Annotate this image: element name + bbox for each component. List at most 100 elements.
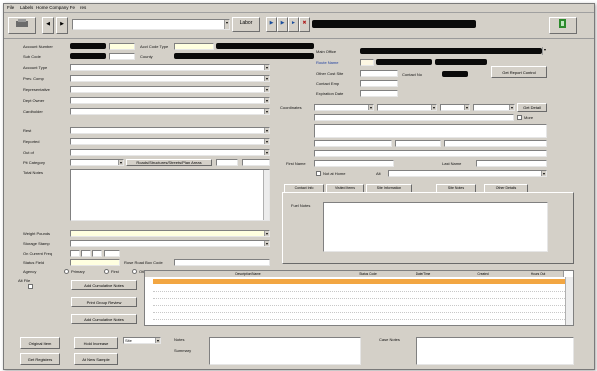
radio-primary[interactable] <box>64 269 69 274</box>
not-at-home-checkbox[interactable] <box>316 171 321 176</box>
tab-site-information[interactable]: Site Information <box>366 184 412 192</box>
first-name-field[interactable] <box>314 160 394 167</box>
hold-increase-button[interactable]: Hold Increase <box>74 337 118 349</box>
cardholder-select[interactable]: ▼ <box>70 108 270 115</box>
coord-2[interactable]: ▼ <box>377 104 437 111</box>
chevron-down-icon[interactable]: ▼ <box>264 76 269 81</box>
chevron-down-icon[interactable]: ▼ <box>464 105 469 110</box>
fuel-notes-textarea[interactable] <box>323 202 548 252</box>
zip-field[interactable] <box>444 140 547 147</box>
footer-combo[interactable]: Site ▼ <box>123 337 161 344</box>
record-combo[interactable]: ▼ <box>72 19 230 30</box>
representative-select[interactable]: ▼ <box>70 86 270 93</box>
storage-stamp-select[interactable]: ▼ <box>70 240 270 247</box>
tab-visited-items[interactable]: Visited Items <box>326 184 364 192</box>
menu-file[interactable]: File <box>7 5 14 10</box>
chevron-down-icon[interactable]: ▼ <box>368 105 373 110</box>
table-row[interactable] <box>153 293 565 299</box>
grid-header-date[interactable]: Date/Time <box>393 271 454 277</box>
get-registers-button[interactable]: Get Registers <box>20 353 60 365</box>
address-line-3[interactable] <box>314 150 547 157</box>
case-notes-textarea[interactable] <box>416 337 574 365</box>
freq-box-1[interactable] <box>70 250 80 257</box>
chevron-down-icon[interactable]: ▼ <box>264 87 269 92</box>
acct-code-field[interactable] <box>174 43 214 50</box>
chevron-down-icon[interactable]: ▼ <box>431 105 436 110</box>
menu-labels[interactable]: Labels <box>20 5 33 10</box>
main-office-field[interactable] <box>360 48 542 54</box>
coord-4[interactable]: ▼ <box>473 104 515 111</box>
total-notes-textarea[interactable] <box>70 169 270 221</box>
table-row[interactable] <box>153 286 565 292</box>
chevron-down-icon[interactable]: ▼ <box>264 241 269 246</box>
radio-other[interactable] <box>132 269 137 274</box>
scrollbar[interactable] <box>263 170 269 220</box>
table-row[interactable] <box>153 307 565 313</box>
address-block[interactable] <box>314 124 547 138</box>
contact-emp-field[interactable] <box>360 80 398 87</box>
summary-textarea[interactable] <box>209 337 361 365</box>
city-field[interactable] <box>314 140 392 147</box>
sub-code-extra[interactable] <box>109 53 135 60</box>
get-detail-button[interactable]: Get Detail <box>517 103 547 112</box>
status-field-input[interactable] <box>70 259 120 266</box>
chevron-down-icon[interactable]: ▼ <box>118 160 123 165</box>
alt-file-checkbox[interactable] <box>28 284 33 289</box>
weight-pounds-select[interactable]: ▼ <box>70 230 270 237</box>
pit-category-select[interactable]: ▼ <box>70 159 124 166</box>
chevron-down-icon[interactable]: ▼ <box>224 20 229 29</box>
freq-box-2[interactable] <box>81 250 91 257</box>
contact-no-field[interactable] <box>442 71 468 77</box>
desk-icon[interactable] <box>8 17 36 34</box>
chevron-down-icon[interactable]: ▼ <box>264 128 269 133</box>
tab-other-details[interactable]: Other Details <box>484 184 528 192</box>
route-desc[interactable] <box>435 59 487 65</box>
nav-first-icon[interactable]: ▶ <box>266 17 277 32</box>
table-row[interactable] <box>153 314 565 320</box>
pit-extra-2[interactable] <box>242 159 270 166</box>
back-button[interactable]: ◀ <box>42 17 54 34</box>
nav-next-icon[interactable]: ▶ <box>277 17 288 32</box>
chevron-down-icon[interactable]: ▼ <box>509 105 514 110</box>
freq-box-4[interactable] <box>104 250 120 257</box>
last-name-field[interactable] <box>476 160 547 167</box>
route-code[interactable] <box>360 59 374 66</box>
chevron-down-icon[interactable]: ▼ <box>542 47 547 55</box>
menu-res[interactable]: res <box>80 5 86 10</box>
prev-comp-select[interactable]: ▼ <box>70 75 270 82</box>
account-type-select[interactable]: ▼ <box>70 64 270 71</box>
notes-grid[interactable]: Description/Name Status Code Date/Time C… <box>144 270 574 326</box>
original-item-button[interactable]: Original Item <box>20 337 60 349</box>
reported-select[interactable]: ▼ <box>70 138 270 145</box>
other-cost-field[interactable] <box>360 70 398 77</box>
forward-button[interactable]: ▶ <box>56 17 68 34</box>
chevron-down-icon[interactable]: ▼ <box>264 98 269 103</box>
grid-header-hours[interactable]: Hours Out <box>513 271 564 277</box>
chevron-down-icon[interactable]: ▼ <box>264 139 269 144</box>
chevron-down-icon[interactable]: ▼ <box>155 338 160 343</box>
chevron-down-icon[interactable]: ▼ <box>264 109 269 114</box>
account-number-field[interactable] <box>70 43 106 49</box>
state-field[interactable] <box>395 140 441 147</box>
table-row[interactable] <box>153 300 565 306</box>
at-new-sample-button[interactable]: At New Sample <box>74 353 118 365</box>
menu-home-company[interactable]: Home Company Fe <box>36 5 75 10</box>
pit-roads-button[interactable]: Roads/Structures/Streets/Plan Areas <box>126 159 212 166</box>
print-group-review-button[interactable]: Print Group Review <box>71 297 137 307</box>
delete-icon[interactable]: ✖ <box>299 17 310 32</box>
grid-scrollbar[interactable] <box>565 277 573 325</box>
alt-select[interactable]: ▼ <box>388 170 547 177</box>
add-cumulative-notes-button[interactable]: Add Cumulative Notes <box>71 280 137 290</box>
county-field[interactable] <box>174 53 314 59</box>
grid-header-created[interactable]: Created <box>453 271 514 277</box>
account-suffix-field[interactable] <box>109 43 135 50</box>
coord-1[interactable]: ▼ <box>314 104 374 111</box>
address-line-1[interactable] <box>314 114 514 121</box>
freq-box-3[interactable] <box>92 250 102 257</box>
sub-code-field[interactable] <box>70 53 106 59</box>
dept-owner-select[interactable]: ▼ <box>70 97 270 104</box>
tab-site-notes[interactable]: Site Notes <box>436 184 476 192</box>
route-name[interactable] <box>376 59 432 65</box>
coord-3[interactable]: ▼ <box>440 104 470 111</box>
nav-last-icon[interactable]: ► <box>288 17 299 32</box>
